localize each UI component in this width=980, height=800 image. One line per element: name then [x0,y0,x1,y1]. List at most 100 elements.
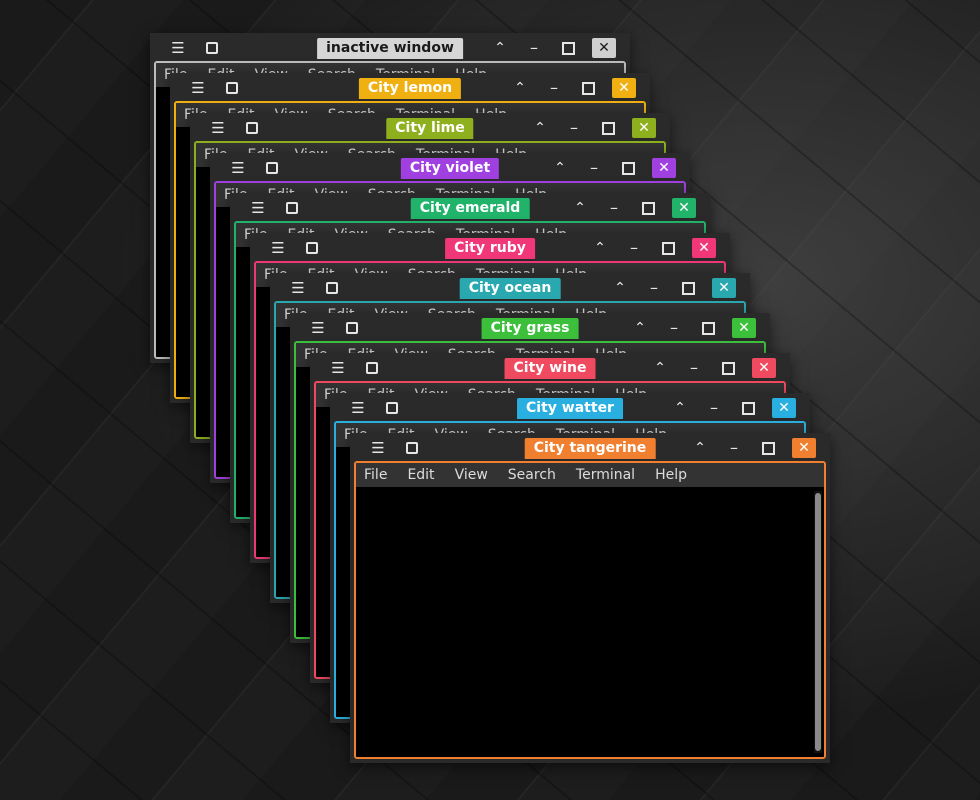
minimize-icon[interactable]: – [604,198,624,218]
shade-icon[interactable]: ⌃ [530,118,550,138]
menu-icon[interactable]: ☰ [308,318,328,338]
minimize-icon[interactable]: – [564,118,584,138]
maximize-icon[interactable] [578,78,598,98]
title-bar[interactable]: ☰ City wine ⌃ – ✕ [310,353,790,383]
terminal-area[interactable] [356,487,824,757]
maximize-icon[interactable] [698,318,718,338]
sticky-icon[interactable] [282,198,302,218]
window-title: City emerald [410,198,530,219]
window-title: City wine [504,358,596,379]
sticky-icon[interactable] [262,158,282,178]
close-button[interactable]: ✕ [792,438,816,458]
window-title: City grass [481,318,579,339]
title-bar[interactable]: ☰ City watter ⌃ – ✕ [330,393,810,423]
sticky-icon[interactable] [302,238,322,258]
close-button[interactable]: ✕ [732,318,756,338]
shade-icon[interactable]: ⌃ [490,38,510,58]
menu-icon[interactable]: ☰ [248,198,268,218]
close-button[interactable]: ✕ [652,158,676,178]
sticky-icon[interactable] [202,38,222,58]
maximize-icon[interactable] [598,118,618,138]
minimize-icon[interactable]: – [684,358,704,378]
minimize-icon[interactable]: – [724,438,744,458]
window-title: City tangerine [524,438,656,459]
window-title: City lemon [358,78,462,99]
close-button[interactable]: ✕ [752,358,776,378]
title-bar[interactable]: ☰ City violet ⌃ – ✕ [210,153,690,183]
maximize-icon[interactable] [558,38,578,58]
window-title: inactive window [317,38,463,59]
maximize-icon[interactable] [638,198,658,218]
window-title: City ocean [459,278,561,299]
maximize-icon[interactable] [758,438,778,458]
shade-icon[interactable]: ⌃ [570,198,590,218]
maximize-icon[interactable] [718,358,738,378]
minimize-icon[interactable]: – [524,38,544,58]
sticky-icon[interactable] [342,318,362,338]
sticky-icon[interactable] [322,278,342,298]
menu-icon[interactable]: ☰ [168,38,188,58]
close-button[interactable]: ✕ [592,38,616,58]
menu-item-help[interactable]: Help [653,467,689,483]
sticky-icon[interactable] [402,438,422,458]
sticky-icon[interactable] [222,78,242,98]
menu-item-edit[interactable]: Edit [405,467,436,483]
shade-icon[interactable]: ⌃ [610,278,630,298]
shade-icon[interactable]: ⌃ [670,398,690,418]
minimize-icon[interactable]: – [664,318,684,338]
menu-item-search[interactable]: Search [506,467,558,483]
maximize-icon[interactable] [658,238,678,258]
title-bar[interactable]: ☰ City ruby ⌃ – ✕ [250,233,730,263]
title-bar[interactable]: ☰ City emerald ⌃ – ✕ [230,193,710,223]
close-button[interactable]: ✕ [692,238,716,258]
minimize-icon[interactable]: – [644,278,664,298]
title-bar[interactable]: ☰ City ocean ⌃ – ✕ [270,273,750,303]
window-title: City lime [386,118,474,139]
minimize-icon[interactable]: – [704,398,724,418]
minimize-icon[interactable]: – [544,78,564,98]
sticky-icon[interactable] [382,398,402,418]
minimize-icon[interactable]: – [624,238,644,258]
menu-item-file[interactable]: File [362,467,389,483]
menu-bar: File Edit View Search Terminal Help [356,463,824,487]
sticky-icon[interactable] [362,358,382,378]
title-bar[interactable]: ☰ City grass ⌃ – ✕ [290,313,770,343]
shade-icon[interactable]: ⌃ [550,158,570,178]
close-button[interactable]: ✕ [612,78,636,98]
menu-item-terminal[interactable]: Terminal [574,467,637,483]
close-button[interactable]: ✕ [772,398,796,418]
menu-icon[interactable]: ☰ [328,358,348,378]
menu-icon[interactable]: ☰ [368,438,388,458]
shade-icon[interactable]: ⌃ [590,238,610,258]
menu-icon[interactable]: ☰ [208,118,228,138]
minimize-icon[interactable]: – [584,158,604,178]
shade-icon[interactable]: ⌃ [510,78,530,98]
window-title: City violet [400,158,500,179]
title-bar[interactable]: ☰ inactive window ⌃ – ✕ [150,33,630,63]
menu-icon[interactable]: ☰ [268,238,288,258]
menu-icon[interactable]: ☰ [228,158,248,178]
shade-icon[interactable]: ⌃ [650,358,670,378]
maximize-icon[interactable] [678,278,698,298]
sticky-icon[interactable] [242,118,262,138]
title-bar[interactable]: ☰ City lime ⌃ – ✕ [190,113,670,143]
maximize-icon[interactable] [738,398,758,418]
close-button[interactable]: ✕ [712,278,736,298]
scrollbar[interactable] [814,491,822,753]
shade-icon[interactable]: ⌃ [690,438,710,458]
window-frame: File Edit View Search Terminal Help [354,461,826,759]
scrollbar-thumb[interactable] [815,493,821,751]
menu-item-view[interactable]: View [453,467,490,483]
title-bar[interactable]: ☰ City tangerine ⌃ – ✕ [350,433,830,463]
close-button[interactable]: ✕ [632,118,656,138]
shade-icon[interactable]: ⌃ [630,318,650,338]
title-bar[interactable]: ☰ City lemon ⌃ – ✕ [170,73,650,103]
maximize-icon[interactable] [618,158,638,178]
close-button[interactable]: ✕ [672,198,696,218]
menu-icon[interactable]: ☰ [348,398,368,418]
window-title: City watter [517,398,623,419]
menu-icon[interactable]: ☰ [288,278,308,298]
terminal-window[interactable]: ☰ City tangerine ⌃ – ✕ File Edit View Searc… [350,433,830,763]
window-title: City ruby [445,238,535,259]
menu-icon[interactable]: ☰ [188,78,208,98]
